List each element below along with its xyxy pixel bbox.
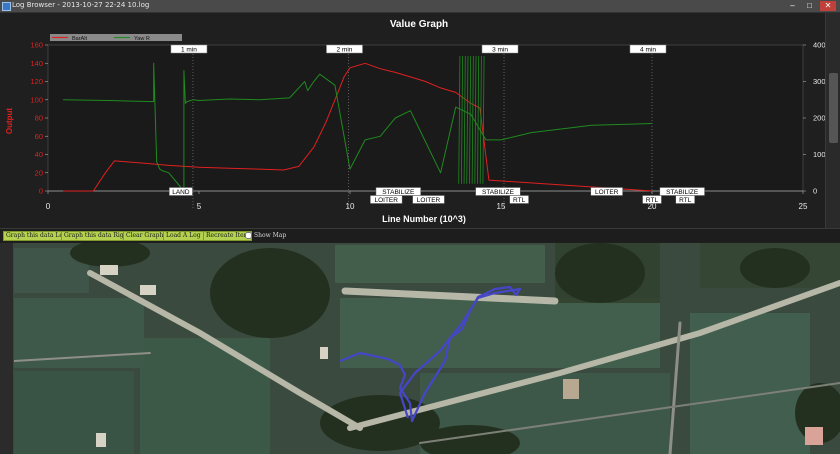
y-right-tick-label: 300 bbox=[813, 77, 826, 86]
flight-mode-label: LOITER bbox=[595, 189, 619, 196]
map-side-strip bbox=[0, 243, 14, 454]
flight-mode-label: LOITER bbox=[417, 197, 441, 204]
flight-mode-label: STABILIZE bbox=[382, 189, 415, 196]
flight-mode-label: LAND bbox=[172, 189, 190, 196]
y-left-tick-label: 100 bbox=[30, 95, 43, 104]
y-right-tick-label: 0 bbox=[813, 187, 817, 196]
time-marker-label: 4 min bbox=[640, 47, 656, 54]
flight-mode-label: LOITER bbox=[374, 197, 398, 204]
legend-label: Yaw R bbox=[134, 36, 150, 42]
flight-mode-label: STABILIZE bbox=[482, 189, 515, 196]
scrollbar-thumb[interactable] bbox=[829, 73, 838, 143]
x-tick-label: 25 bbox=[799, 202, 808, 211]
x-tick-label: 10 bbox=[346, 202, 355, 211]
y-left-tick-label: 120 bbox=[30, 77, 43, 86]
title-bar: Log Browser - 2013-10-27 22-24 10.log – … bbox=[0, 0, 840, 13]
map-panel bbox=[0, 243, 840, 454]
flight-mode-label: RTL bbox=[646, 197, 659, 204]
plot-area bbox=[47, 44, 804, 192]
toolbar: Graph this data Left Graph this data Rig… bbox=[0, 228, 840, 242]
x-tick-label: 15 bbox=[497, 202, 506, 211]
flight-mode-label: STABILIZE bbox=[666, 189, 699, 196]
y-right-tick-label: 100 bbox=[813, 150, 826, 159]
y-left-tick-label: 80 bbox=[35, 114, 43, 123]
y-right-tick-label: 200 bbox=[813, 114, 826, 123]
y-left-tick-label: 40 bbox=[35, 150, 43, 159]
maximize-button[interactable]: □ bbox=[803, 1, 816, 11]
x-tick-label: 0 bbox=[46, 202, 51, 211]
time-marker-label: 3 min bbox=[492, 47, 508, 54]
flight-mode-label: RTL bbox=[679, 197, 692, 204]
y-left-tick-label: 140 bbox=[30, 59, 43, 68]
show-map-checkbox[interactable] bbox=[245, 232, 252, 239]
value-graph-panel: Value Graph Output Line Number (10^3) 1 … bbox=[0, 13, 840, 228]
flight-mode-label: RTL bbox=[513, 197, 526, 204]
time-marker-label: 2 min bbox=[337, 47, 353, 54]
y-right-tick-label: 400 bbox=[813, 41, 826, 50]
x-tick-label: 5 bbox=[197, 202, 202, 211]
minimize-button[interactable]: – bbox=[786, 1, 799, 11]
close-button[interactable]: ✕ bbox=[820, 1, 836, 11]
clear-graph-button[interactable]: Clear Graph bbox=[123, 231, 167, 241]
legend-label: BarAlt bbox=[72, 36, 87, 42]
satellite-map[interactable] bbox=[14, 243, 840, 454]
y-left-tick-label: 20 bbox=[35, 168, 43, 177]
graph-title: Value Graph bbox=[390, 19, 448, 30]
y-left-tick-label: 160 bbox=[30, 41, 43, 50]
window-title: Log Browser - 2013-10-27 22-24 10.log bbox=[12, 1, 150, 9]
value-graph[interactable]: Value Graph Output Line Number (10^3) 1 … bbox=[0, 13, 840, 228]
log-browser-window: Log Browser - 2013-10-27 22-24 10.log – … bbox=[0, 0, 840, 454]
time-marker-label: 1 min bbox=[181, 47, 197, 54]
load-log-button[interactable]: Load A Log bbox=[163, 231, 204, 241]
show-map-label: Show Map bbox=[254, 232, 287, 239]
y-left-tick-label: 60 bbox=[35, 132, 43, 141]
graph-scrollbar[interactable] bbox=[825, 13, 840, 228]
app-icon bbox=[2, 2, 11, 11]
y-left-tick-label: 0 bbox=[39, 187, 43, 196]
x-axis-label: Line Number (10^3) bbox=[382, 214, 466, 224]
y-axis-label-left: Output bbox=[5, 108, 14, 135]
